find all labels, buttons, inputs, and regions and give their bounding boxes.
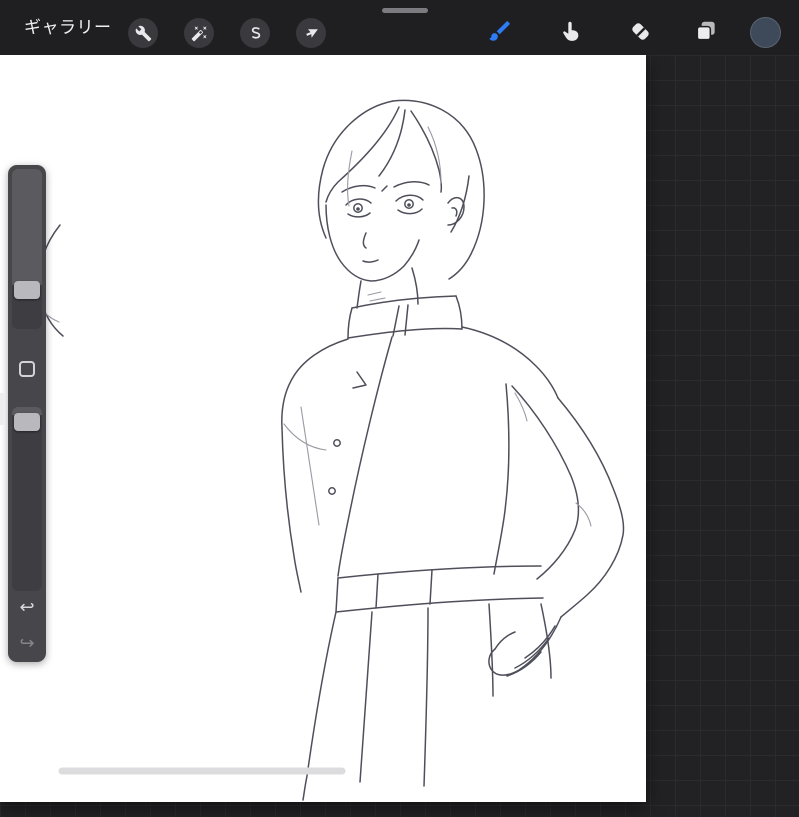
canvas[interactable] bbox=[0, 55, 646, 802]
selection-button[interactable] bbox=[240, 18, 270, 48]
eraser-icon bbox=[631, 22, 649, 40]
transform-arrow-icon bbox=[305, 28, 318, 38]
smudge-finger-icon bbox=[562, 21, 578, 41]
sidebar-drag-handle[interactable] bbox=[0, 393, 5, 425]
transform-button[interactable] bbox=[296, 18, 326, 48]
redo-button[interactable]: ↪ bbox=[8, 633, 46, 655]
opacity-handle[interactable] bbox=[14, 413, 40, 431]
brush-size-handle[interactable] bbox=[14, 281, 40, 299]
undo-icon: ↩ bbox=[19, 597, 35, 618]
wrench-icon bbox=[135, 25, 151, 41]
opacity-slider[interactable] bbox=[12, 407, 42, 591]
actions-button[interactable] bbox=[128, 18, 158, 48]
top-toolbar: ギャラリー bbox=[0, 0, 799, 55]
color-swatch[interactable] bbox=[750, 17, 781, 48]
redo-icon: ↪ bbox=[19, 633, 35, 654]
workspace-background: ↩ ↪ bbox=[0, 55, 799, 817]
adjustments-button[interactable] bbox=[184, 18, 214, 48]
sketch-drawing bbox=[33, 99, 625, 801]
layers-button[interactable] bbox=[689, 14, 723, 48]
layers-icon bbox=[696, 21, 715, 41]
selection-s-icon bbox=[251, 26, 260, 39]
smudge-tool-button[interactable] bbox=[553, 14, 587, 48]
magic-wand-icon bbox=[191, 25, 207, 41]
brush-size-slider[interactable] bbox=[12, 169, 42, 329]
app-window: ギャラリー ↩ ↪ bbox=[0, 0, 799, 817]
brush-icon bbox=[489, 21, 510, 41]
sidebar: ↩ ↪ bbox=[8, 165, 46, 662]
home-indicator[interactable] bbox=[382, 8, 428, 13]
gallery-button[interactable]: ギャラリー bbox=[24, 0, 112, 55]
undo-button[interactable]: ↩ bbox=[8, 597, 46, 619]
erase-tool-button[interactable] bbox=[623, 14, 657, 48]
modify-button[interactable] bbox=[19, 361, 35, 377]
brush-size-fill bbox=[12, 169, 42, 285]
paint-tool-button[interactable] bbox=[483, 14, 517, 48]
